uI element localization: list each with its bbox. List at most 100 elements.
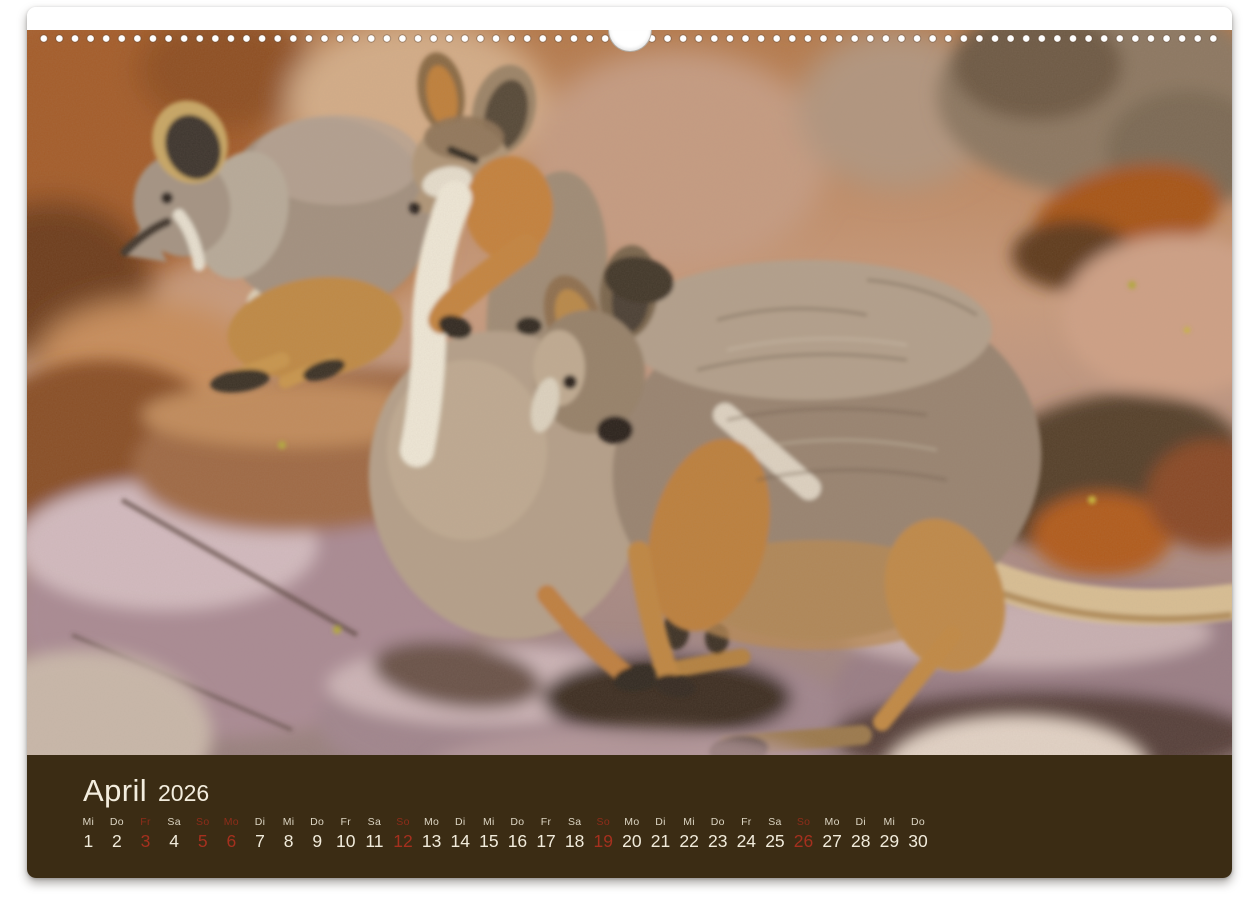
weekday-label: Mi [274, 816, 303, 828]
day-cell: Sa 11 [360, 816, 389, 851]
calendar-days: Mi1Do2Fr3Sa4So5Mo6Di7Mi8Do9Fr10Sa11So12M… [27, 816, 1232, 851]
wallabies-photo-illustration [27, 30, 1232, 755]
weekday-label: Di [846, 816, 875, 828]
weekday-label: Fr [532, 816, 561, 828]
date-number: 10 [331, 831, 360, 851]
weekday-label: Mo [818, 816, 847, 828]
date-number: 15 [475, 831, 504, 851]
day-cell: Fr 17 [532, 816, 561, 851]
day-cell: Mo 13 [417, 816, 446, 851]
day-cell: Do 9 [303, 816, 332, 851]
weekday-label: Fr [331, 816, 360, 828]
weekday-label: Mi [475, 816, 504, 828]
day-cell: Mo 27 [818, 816, 847, 851]
weekday-label: Sa [761, 816, 790, 828]
weekday-label: Sa [360, 816, 389, 828]
weekday-label: Do [303, 816, 332, 828]
weekday-label: Di [446, 816, 475, 828]
weekday-label: So [789, 816, 818, 828]
date-number: 28 [846, 831, 875, 851]
date-number: 21 [646, 831, 675, 851]
date-number: 2 [103, 831, 132, 851]
day-cell: So 19 [589, 816, 618, 851]
date-number: 24 [732, 831, 761, 851]
day-cell: Di 28 [846, 816, 875, 851]
weekday-label: Fr [131, 816, 160, 828]
day-cell: So 5 [188, 816, 217, 851]
day-cell: Di 7 [246, 816, 275, 851]
date-number: 13 [417, 831, 446, 851]
day-cell: Di 21 [646, 816, 675, 851]
day-cell: Fr 10 [331, 816, 360, 851]
weekday-label: Mo [217, 816, 246, 828]
calendar-product-shot: April 2026 Mi1Do2Fr3Sa4So5Mo6Di7Mi8Do9Fr… [0, 0, 1260, 908]
day-cell: Do 23 [703, 816, 732, 851]
date-number: 4 [160, 831, 189, 851]
binding-strip [27, 7, 1232, 30]
weekday-label: Mo [417, 816, 446, 828]
weekday-label: Sa [160, 816, 189, 828]
day-cell: So 12 [389, 816, 418, 851]
day-cell: Sa 4 [160, 816, 189, 851]
date-number: 12 [389, 831, 418, 851]
year-title: 2026 [158, 777, 209, 809]
day-cell: Mo 6 [217, 816, 246, 851]
date-number: 14 [446, 831, 475, 851]
weekday-label: Do [503, 816, 532, 828]
day-cell: Do 2 [103, 816, 132, 851]
date-number: 6 [217, 831, 246, 851]
weekday-label: Mi [875, 816, 904, 828]
day-cell: Do 16 [503, 816, 532, 851]
weekday-label: Fr [732, 816, 761, 828]
date-number: 3 [131, 831, 160, 851]
day-cell: Di 14 [446, 816, 475, 851]
date-number: 29 [875, 831, 904, 851]
weekday-label: Di [646, 816, 675, 828]
date-number: 9 [303, 831, 332, 851]
date-number: 1 [74, 831, 103, 851]
calendar-footer: April 2026 Mi1Do2Fr3Sa4So5Mo6Di7Mi8Do9Fr… [27, 755, 1232, 878]
month-title: April [83, 775, 147, 807]
weekday-label: So [188, 816, 217, 828]
day-cell: Do 30 [904, 816, 933, 851]
date-number: 8 [274, 831, 303, 851]
weekday-label: Di [246, 816, 275, 828]
date-number: 23 [703, 831, 732, 851]
date-number: 5 [188, 831, 217, 851]
weekday-label: Mi [74, 816, 103, 828]
day-cell: Fr 24 [732, 816, 761, 851]
day-cell: Sa 18 [560, 816, 589, 851]
calendar-page: April 2026 Mi1Do2Fr3Sa4So5Mo6Di7Mi8Do9Fr… [27, 7, 1232, 878]
date-number: 17 [532, 831, 561, 851]
day-cell: Mo 20 [618, 816, 647, 851]
day-cell: Sa 25 [761, 816, 790, 851]
date-number: 11 [360, 831, 389, 851]
day-cell: Mi 8 [274, 816, 303, 851]
date-number: 20 [618, 831, 647, 851]
date-number: 19 [589, 831, 618, 851]
date-number: 26 [789, 831, 818, 851]
date-number: 18 [560, 831, 589, 851]
date-number: 16 [503, 831, 532, 851]
weekday-label: Do [703, 816, 732, 828]
date-number: 25 [761, 831, 790, 851]
day-cell: Fr 3 [131, 816, 160, 851]
calendar-photo [27, 30, 1232, 755]
date-number: 22 [675, 831, 704, 851]
weekday-label: So [589, 816, 618, 828]
weekday-label: Mi [675, 816, 704, 828]
day-cell: Mi 29 [875, 816, 904, 851]
weekday-label: Do [103, 816, 132, 828]
weekday-label: So [389, 816, 418, 828]
day-cell: Mi 22 [675, 816, 704, 851]
date-number: 30 [904, 831, 933, 851]
weekday-label: Mo [618, 816, 647, 828]
calendar-title: April 2026 [27, 775, 1232, 809]
day-cell: Mi 15 [475, 816, 504, 851]
weekday-label: Sa [560, 816, 589, 828]
day-cell: Mi 1 [74, 816, 103, 851]
day-cell: So 26 [789, 816, 818, 851]
weekday-label: Do [904, 816, 933, 828]
date-number: 27 [818, 831, 847, 851]
date-number: 7 [246, 831, 275, 851]
